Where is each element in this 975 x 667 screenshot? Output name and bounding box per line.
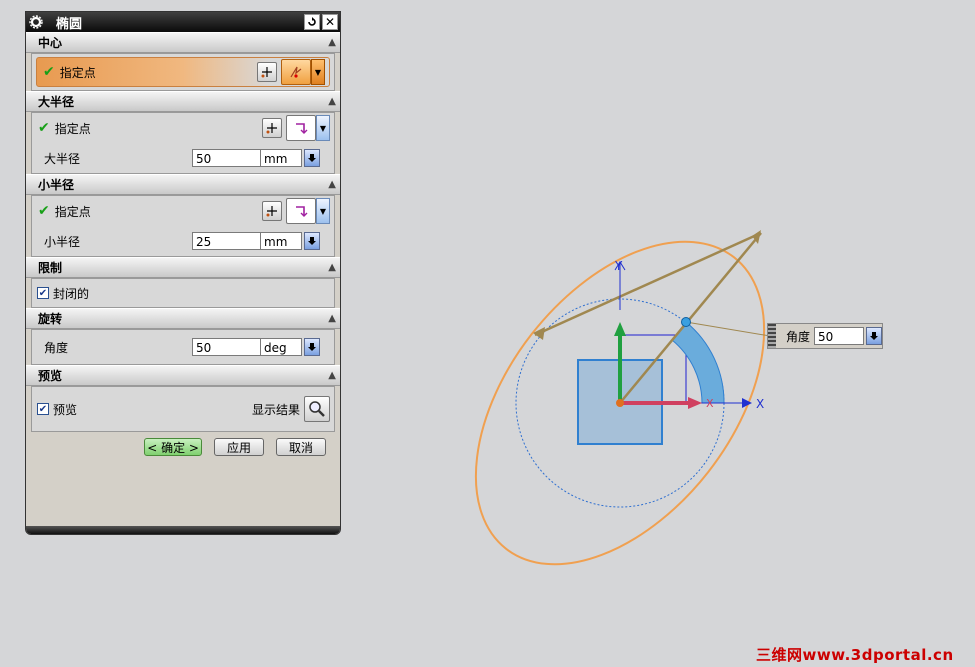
y-axis-label: Y	[614, 259, 623, 273]
minor-axis-line	[619, 232, 762, 404]
origin-handle[interactable]	[616, 399, 624, 407]
angle-onscreen-value[interactable]: 50	[814, 327, 865, 345]
angle-onscreen-label: 角度	[786, 329, 811, 344]
csys-x-label: X	[706, 397, 714, 410]
drag-handle[interactable]	[768, 324, 776, 348]
x-axis-label: X	[756, 397, 764, 411]
angle-arc	[671, 321, 725, 404]
angle-handle[interactable]	[681, 317, 691, 327]
angle-onscreen-input: 角度 50	[767, 323, 883, 349]
arrow-down-icon[interactable]	[866, 327, 883, 345]
watermark: 三维网www.3dportal.cn	[756, 646, 954, 664]
